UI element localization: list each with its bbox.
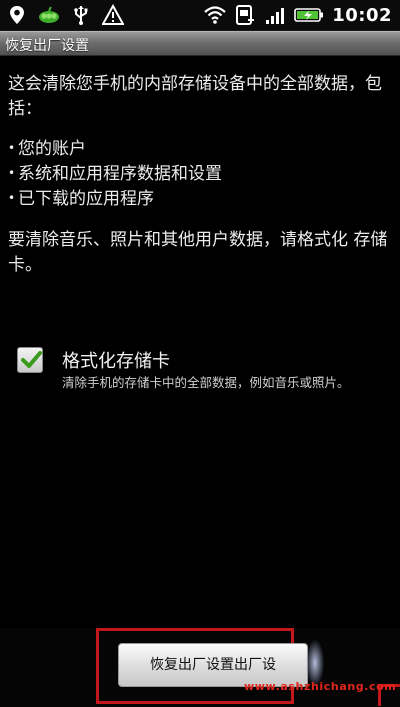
signal-icon [264, 4, 286, 26]
list-item: 系统和应用程序数据和设置 [8, 161, 388, 186]
format-sd-description: 清除手机的存储卡中的全部数据，例如音乐或照片。 [62, 375, 350, 390]
status-left-icons [6, 0, 124, 30]
bottom-action-bar: 恢复出厂设置出厂设 www.ashzhichang.com [0, 628, 400, 707]
intro-text: 这会清除您手机的内部存储设备中的全部数据，包括： [8, 74, 382, 119]
format-sd-option[interactable]: 格式化存储卡 清除手机的存储卡中的全部数据，例如音乐或照片。 [0, 337, 400, 417]
warning-icon [102, 4, 124, 26]
list-item: 您的账户 [8, 136, 388, 161]
notice-text: 要清除音乐、照片和其他用户数据，请格式化 存储卡。 [8, 230, 388, 275]
data-list: 您的账户 系统和应用程序数据和设置 已下载的应用程序 [8, 136, 388, 211]
clock-time: 10:02 [332, 4, 392, 26]
format-sd-checkbox[interactable] [17, 347, 43, 373]
wifi-icon [204, 4, 226, 26]
check-icon [21, 351, 42, 368]
list-item: 已下载的应用程序 [8, 186, 388, 211]
watermark-text: www.ashzhichang.com [244, 680, 397, 693]
location-pin-icon [6, 4, 28, 26]
sync-icon [234, 4, 256, 26]
usb-icon [70, 4, 92, 26]
battery-charging-icon [294, 4, 324, 26]
title-bar: 恢复出厂设置 [0, 31, 400, 56]
status-right-icons: 10:02 [204, 0, 392, 30]
format-sd-label: 格式化存储卡 [62, 351, 170, 372]
peas-app-icon [38, 4, 60, 26]
page-title: 恢复出厂设置 [5, 38, 89, 54]
status-bar: 10:02 [0, 0, 400, 31]
